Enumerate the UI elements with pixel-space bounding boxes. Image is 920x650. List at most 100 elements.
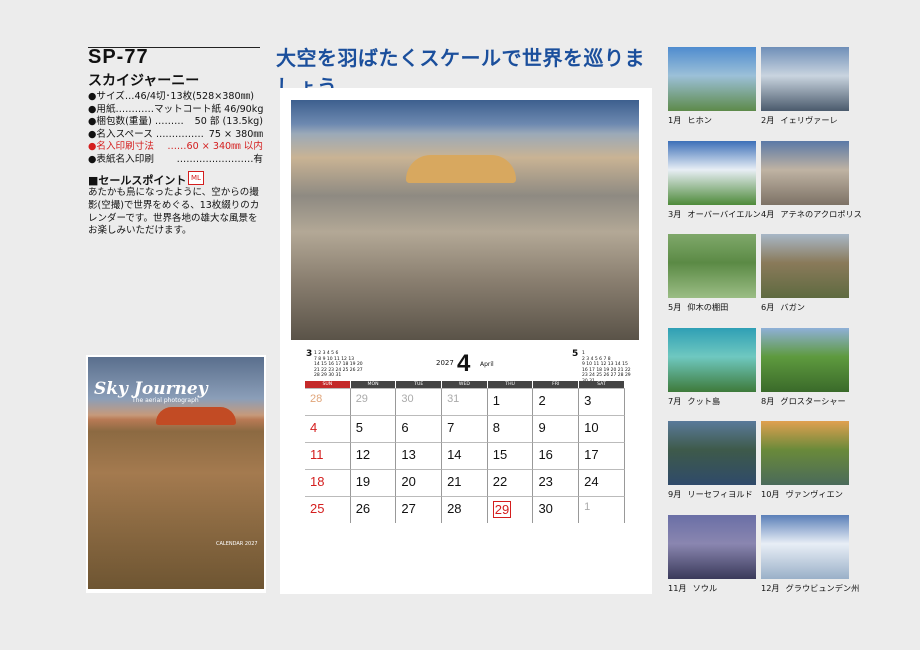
thumbnail-caption: 12月 グラウビュンデン州: [761, 582, 859, 594]
day-cell: 30: [396, 388, 443, 415]
calendar-grid: SUN MON TUE WED THU FRI SAT 28 29 30 31 1 2 3 4 5 6 7 8 9 10…: [305, 381, 625, 523]
thumbnail-month: 5月: [668, 302, 682, 312]
day-cell: 28: [442, 496, 488, 523]
spec-value: マットコート紙 46/90kg: [153, 103, 264, 115]
month-thumbnail: [668, 514, 756, 579]
prev-month-mini: 1 2 3 4 5 67 8 9 10 11 12 13 14 15 16 17 …: [314, 351, 363, 379]
day-cell: 1: [487, 388, 534, 415]
day-cell: 18: [305, 469, 351, 496]
day-cell: 30: [533, 496, 580, 523]
thumbnail-caption: 11月 ソウル: [668, 582, 717, 594]
day-number: 24: [584, 474, 599, 489]
month-thumbnail: [668, 47, 756, 111]
thumbnail-place: ヒホン: [687, 115, 712, 125]
month-thumbnail: [668, 421, 756, 485]
thumbnail-place: ソウル: [692, 582, 718, 593]
rock-shape: [156, 407, 236, 425]
month-thumbnail: [668, 140, 756, 205]
thumbnail-caption: 9月 リーセフィヨルド: [668, 488, 753, 500]
day-cell: 19: [350, 469, 397, 496]
week-row: 4 5 6 7 8 9 10: [305, 415, 625, 442]
thumbnail-caption: 6月 バガン: [761, 301, 805, 313]
day-cell: 10: [579, 415, 625, 442]
spec-row: ●表紙名入印刷 ……………………有: [88, 154, 263, 167]
spec-row: ●梱包数(重量) ……… 50 部 (13.5kg): [88, 116, 263, 129]
day-number: 4: [310, 420, 318, 435]
day-number: 28: [310, 393, 323, 405]
day-cell: 2: [533, 388, 580, 415]
spec-value: 75 × 380㎜: [208, 128, 263, 140]
thumbnail-caption: 1月 ヒホン: [668, 114, 712, 126]
day-number: 11: [310, 447, 324, 462]
day-number: 19: [355, 474, 371, 489]
month-number: 4: [457, 350, 471, 377]
weekday-header: SUN MON TUE WED THU FRI SAT: [305, 381, 625, 388]
day-number: 15: [492, 447, 508, 462]
thumbnail-caption: 4月 アテネのアクロポリス: [761, 208, 862, 220]
day-number: 1: [492, 393, 500, 408]
spec-label: ●サイズ…46/4切･13枚(528×380㎜): [88, 91, 254, 102]
thumbnail-place: グロスターシャー: [780, 395, 846, 406]
spec-value: ……60 × 340㎜ 以内: [167, 141, 263, 153]
day-cell: 11: [305, 442, 351, 469]
spec-row: ●サイズ…46/4切･13枚(528×380㎜): [88, 91, 263, 104]
day-cell: 9: [533, 415, 580, 442]
thumbnail-month: 2月: [761, 115, 775, 125]
week-row: 18 19 20 21 22 23 24: [305, 469, 625, 496]
sales-text: あたかも鳥になったように、空からの撮影(空撮)で世界をめぐる、13枚綴りのカレン…: [88, 187, 260, 237]
thumbnail-place: リーセフィヨルド: [687, 489, 753, 499]
day-cell: 13: [396, 442, 443, 469]
acropolis-shape: [406, 155, 516, 183]
thumbnail-month: 7月: [668, 395, 682, 406]
product-name: スカイジャーニー: [88, 73, 200, 89]
mini-week: 28 29 30 31: [314, 373, 342, 379]
thumbnail-month: 12月: [761, 582, 780, 593]
day-number: 29: [355, 393, 368, 405]
day-number: 9: [538, 420, 546, 435]
calendar-year: 2027: [436, 359, 454, 367]
thumbnail-month: 11月: [668, 582, 687, 593]
thumbnail-month: 6月: [761, 302, 775, 312]
day-number: 20: [401, 474, 416, 489]
weekday-label: WED: [442, 381, 488, 388]
spec-row: ●名入スペース …………… 75 × 380㎜: [88, 129, 263, 142]
day-cell: 15: [487, 442, 534, 469]
day-cell: 22: [487, 469, 534, 496]
thumbnail-caption: 8月 グロスターシャー: [761, 395, 846, 407]
day-cell: 3: [579, 388, 625, 415]
day-number: 21: [447, 474, 462, 489]
day-number: 27: [401, 501, 416, 516]
day-number: 25: [310, 501, 325, 516]
day-number: 23: [538, 474, 553, 489]
day-number: 17: [584, 447, 599, 462]
week-row: 28 29 30 31 1 2 3: [305, 388, 625, 415]
spec-label: ●表紙名入印刷: [88, 154, 154, 165]
product-code: SP-77: [88, 46, 149, 68]
month-name: April: [480, 361, 494, 368]
ml-badge: ML: [188, 171, 204, 185]
thumbnail-place: イェリヴァーレ: [780, 115, 838, 125]
day-number: 30: [401, 393, 414, 405]
thumbnail-place: バガン: [780, 302, 805, 312]
prev-month-number: 3: [306, 349, 313, 359]
weekday-label: THU: [487, 381, 534, 388]
day-number: 3: [584, 393, 592, 408]
thumbnail-month: 9月: [668, 489, 682, 499]
day-number: 18: [310, 474, 325, 489]
thumbnail-place: ヴァンヴィエン: [785, 489, 843, 499]
month-photo: [291, 100, 639, 340]
day-cell: 14: [442, 442, 488, 469]
weekday-label: FRI: [533, 381, 580, 388]
day-cell: 12: [350, 442, 397, 469]
next-month-number: 5: [572, 349, 579, 359]
spec-value: ……………………有: [176, 154, 263, 165]
thumbnail-place: アテネのアクロポリス: [780, 208, 862, 219]
next-month-mini: 12 3 4 5 6 7 89 10 11 12 13 14 15 16 17 1…: [582, 351, 631, 385]
cover-title: Sky Journey: [94, 379, 208, 399]
day-cell: 24: [579, 469, 625, 496]
spec-value: 50 部 (13.5kg): [194, 116, 263, 128]
day-number: 28: [447, 501, 462, 516]
thumbnail-month: 10月: [761, 489, 780, 499]
thumbnail-month: 1月: [668, 115, 682, 125]
day-number: 5: [355, 420, 363, 435]
